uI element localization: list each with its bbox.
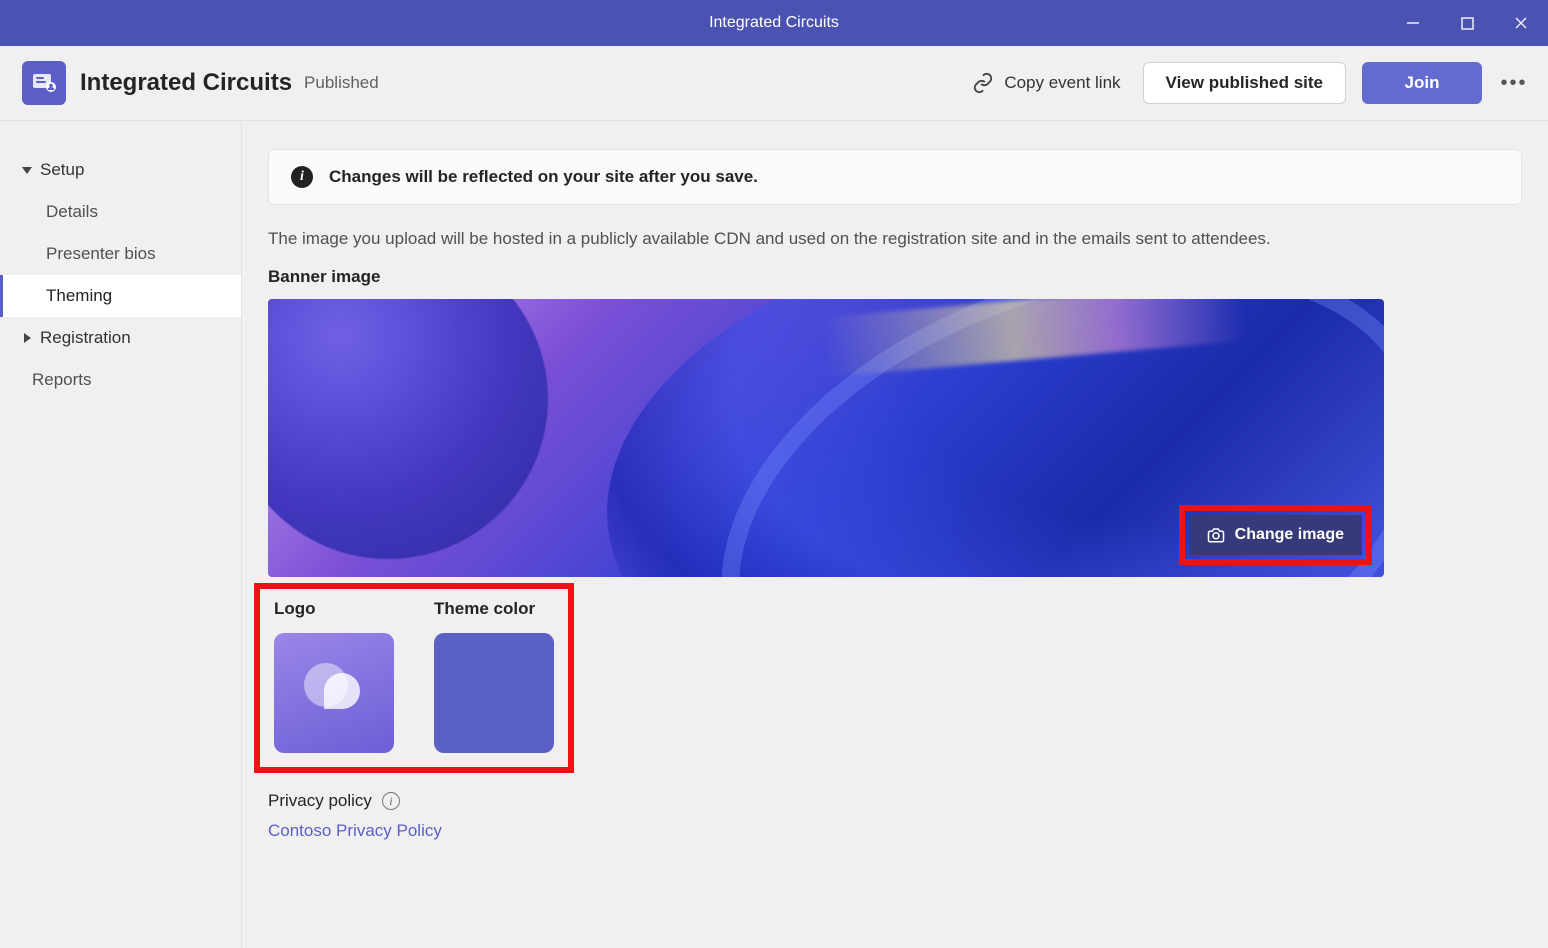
- window-title: Integrated Circuits: [709, 14, 839, 32]
- sidebar-group-setup-label: Setup: [40, 160, 84, 180]
- more-options-button[interactable]: •••: [1494, 63, 1534, 103]
- sidebar-item-label: Details: [46, 202, 98, 222]
- theming-description: The image you upload will be hosted in a…: [268, 229, 1522, 249]
- body: Setup Details Presenter bios Theming Reg…: [0, 121, 1548, 948]
- banner-image-label: Banner image: [268, 267, 1522, 287]
- info-icon[interactable]: i: [382, 792, 400, 810]
- info-icon: i: [291, 166, 313, 188]
- sidebar-item-label: Reports: [32, 370, 92, 390]
- theme-color-label: Theme color: [434, 599, 554, 619]
- close-button[interactable]: [1494, 0, 1548, 46]
- page-title: Integrated Circuits: [80, 69, 292, 97]
- chevron-right-icon: [22, 328, 32, 348]
- banner-image-preview: Change image: [268, 299, 1384, 577]
- sidebar-group-registration[interactable]: Registration: [0, 317, 241, 359]
- link-icon: [972, 72, 994, 94]
- sidebar-item-presenter-bios[interactable]: Presenter bios: [0, 233, 241, 275]
- copy-event-link-button[interactable]: Copy event link: [972, 72, 1120, 94]
- save-notice: i Changes will be reflected on your site…: [268, 149, 1522, 205]
- sidebar-item-label: Presenter bios: [46, 244, 156, 264]
- chevron-down-icon: [22, 160, 32, 180]
- change-image-label: Change image: [1235, 526, 1344, 544]
- sidebar: Setup Details Presenter bios Theming Reg…: [0, 121, 242, 948]
- logo-label: Logo: [274, 599, 394, 619]
- webinar-icon: [31, 70, 57, 96]
- minimize-button[interactable]: [1386, 0, 1440, 46]
- theme-color-tile[interactable]: [434, 633, 554, 753]
- title-bar: Integrated Circuits: [0, 0, 1548, 46]
- privacy-policy-label: Privacy policy: [268, 791, 372, 811]
- window-controls: [1386, 0, 1548, 46]
- status-badge: Published: [304, 73, 379, 93]
- sidebar-group-registration-label: Registration: [40, 328, 131, 348]
- annotation-highlight-change-image: Change image: [1179, 505, 1372, 565]
- logo-tile[interactable]: [274, 633, 394, 753]
- minimize-icon: [1406, 16, 1420, 30]
- privacy-policy-link[interactable]: Contoso Privacy Policy: [268, 821, 442, 841]
- view-published-site-label: View published site: [1166, 73, 1323, 93]
- save-notice-text: Changes will be reflected on your site a…: [329, 167, 758, 187]
- maximize-button[interactable]: [1440, 0, 1494, 46]
- more-icon: •••: [1500, 72, 1527, 95]
- logo-preview-icon: [296, 655, 372, 731]
- sidebar-item-label: Theming: [46, 286, 112, 306]
- sidebar-item-reports[interactable]: Reports: [0, 359, 241, 401]
- close-icon: [1514, 16, 1528, 30]
- main-content: i Changes will be reflected on your site…: [242, 121, 1548, 948]
- sidebar-item-details[interactable]: Details: [0, 191, 241, 233]
- sidebar-group-setup[interactable]: Setup: [0, 149, 241, 191]
- maximize-icon: [1461, 17, 1474, 30]
- copy-event-link-label: Copy event link: [1004, 73, 1120, 93]
- view-published-site-button[interactable]: View published site: [1143, 62, 1346, 104]
- change-image-button[interactable]: Change image: [1189, 515, 1362, 555]
- privacy-policy-row: Privacy policy i: [268, 791, 1522, 811]
- join-button[interactable]: Join: [1362, 62, 1482, 104]
- page-header: Integrated Circuits Published Copy event…: [0, 46, 1548, 121]
- join-label: Join: [1405, 73, 1440, 93]
- sidebar-item-theming[interactable]: Theming: [0, 275, 241, 317]
- theme-color-group: Theme color: [434, 599, 554, 753]
- app-icon: [22, 61, 66, 105]
- logo-group: Logo: [274, 599, 394, 753]
- camera-icon: [1207, 526, 1225, 544]
- annotation-highlight-tiles: Logo Theme color: [254, 583, 574, 773]
